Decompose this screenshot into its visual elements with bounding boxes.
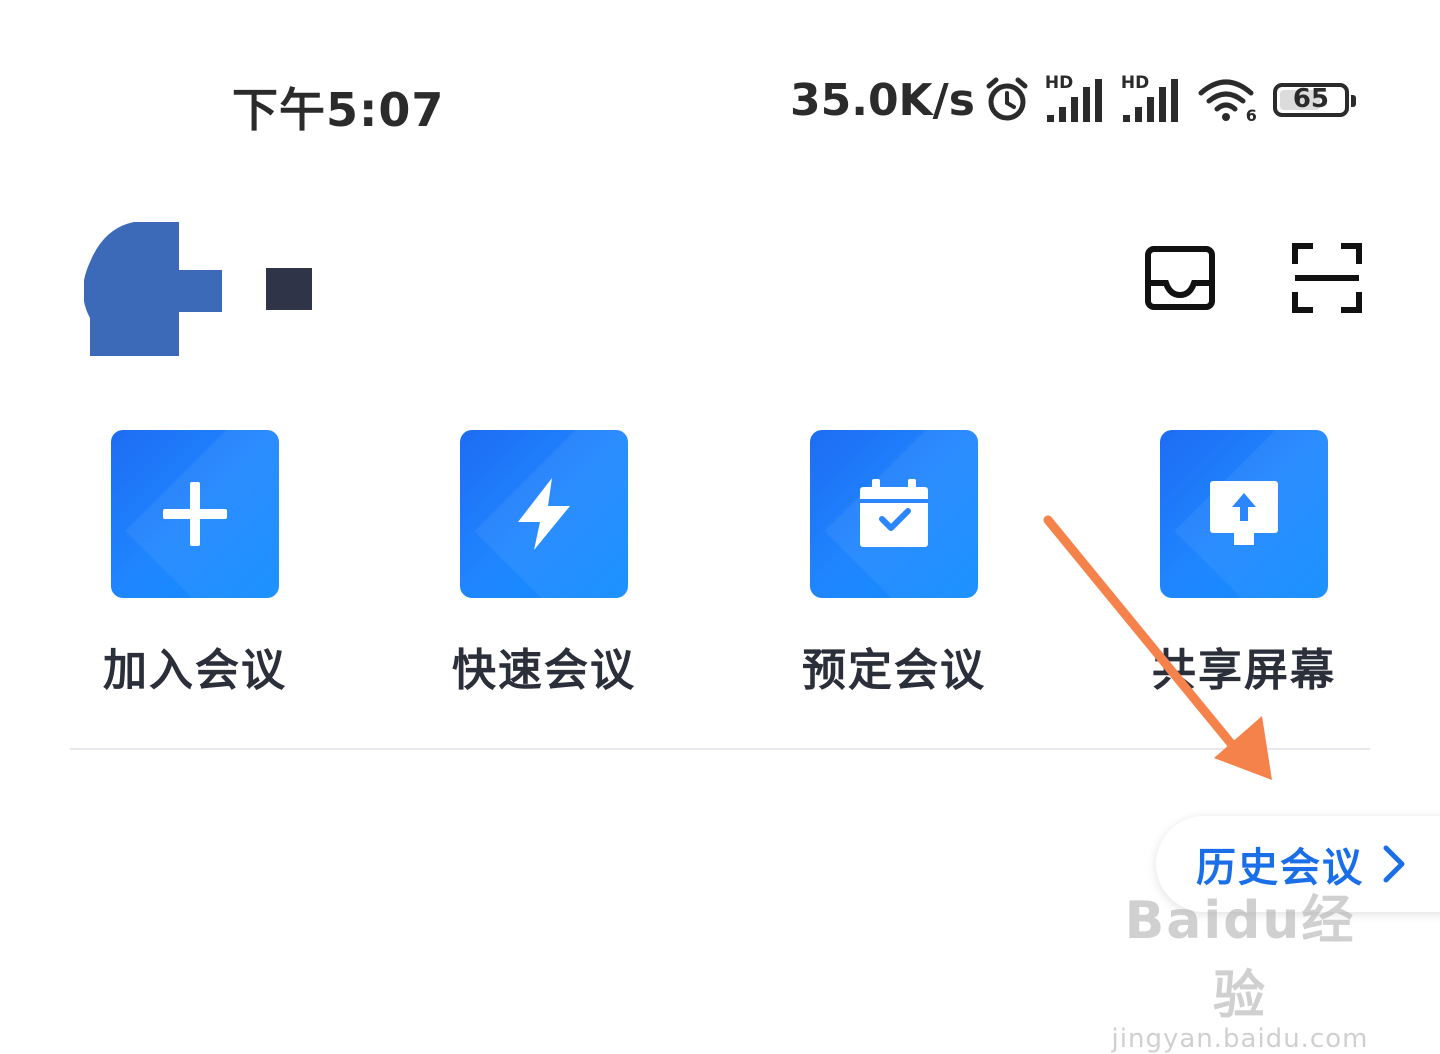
watermark-sub: jingyan.baidu.com [1111, 1024, 1369, 1054]
quick-meeting-tile[interactable] [460, 430, 628, 598]
chevron-right-icon [1383, 845, 1405, 883]
history-meetings-label: 历史会议 [1196, 845, 1364, 891]
join-meeting-button[interactable]: 加入会议 [85, 430, 305, 698]
calendar-check-icon [860, 479, 928, 547]
scan-icon [1292, 243, 1362, 313]
join-meeting-label: 加入会议 [103, 645, 287, 696]
share-screen-button[interactable]: 共享屏幕 [1134, 430, 1354, 698]
battery-icon: 65 [1272, 83, 1356, 117]
screen-share-icon [1210, 481, 1278, 545]
hd-tag: HD [1120, 73, 1150, 93]
inbox-icon [1145, 246, 1215, 310]
inbox-button[interactable] [1144, 242, 1216, 314]
hd-tag: HD [1044, 73, 1074, 93]
signal-indicator-1: HD [1045, 73, 1107, 123]
share-screen-label: 共享屏幕 [1152, 645, 1336, 696]
user-name-mark [266, 268, 312, 310]
divider [70, 748, 1370, 750]
avatar [84, 222, 222, 356]
join-meeting-tile[interactable] [111, 430, 279, 598]
wifi-indicator: 6 [1197, 77, 1257, 125]
status-indicators: 35.0K/s HD HD 6 65 [790, 70, 1356, 130]
signal-indicator-2: HD [1121, 73, 1183, 123]
history-meetings-button[interactable]: 历史会议 [1156, 816, 1440, 912]
status-time: 下午5:07 [232, 83, 445, 137]
schedule-meeting-button[interactable]: 预定会议 [784, 430, 1004, 698]
quick-meeting-button[interactable]: 快速会议 [434, 430, 654, 698]
lightning-icon [518, 478, 570, 550]
schedule-meeting-tile[interactable] [810, 430, 978, 598]
wifi-version: 6 [1245, 106, 1257, 125]
status-bar: 下午5:07 35.0K/s HD HD 6 65 [0, 60, 1440, 140]
network-speed: 35.0K/s [790, 74, 975, 126]
quick-meeting-label: 快速会议 [452, 645, 636, 696]
plus-icon [163, 482, 227, 546]
schedule-meeting-label: 预定会议 [802, 645, 986, 696]
share-screen-tile[interactable] [1160, 430, 1328, 598]
scan-button[interactable] [1291, 242, 1363, 314]
battery-percent: 65 [1292, 84, 1330, 114]
alarm-icon [986, 77, 1028, 121]
